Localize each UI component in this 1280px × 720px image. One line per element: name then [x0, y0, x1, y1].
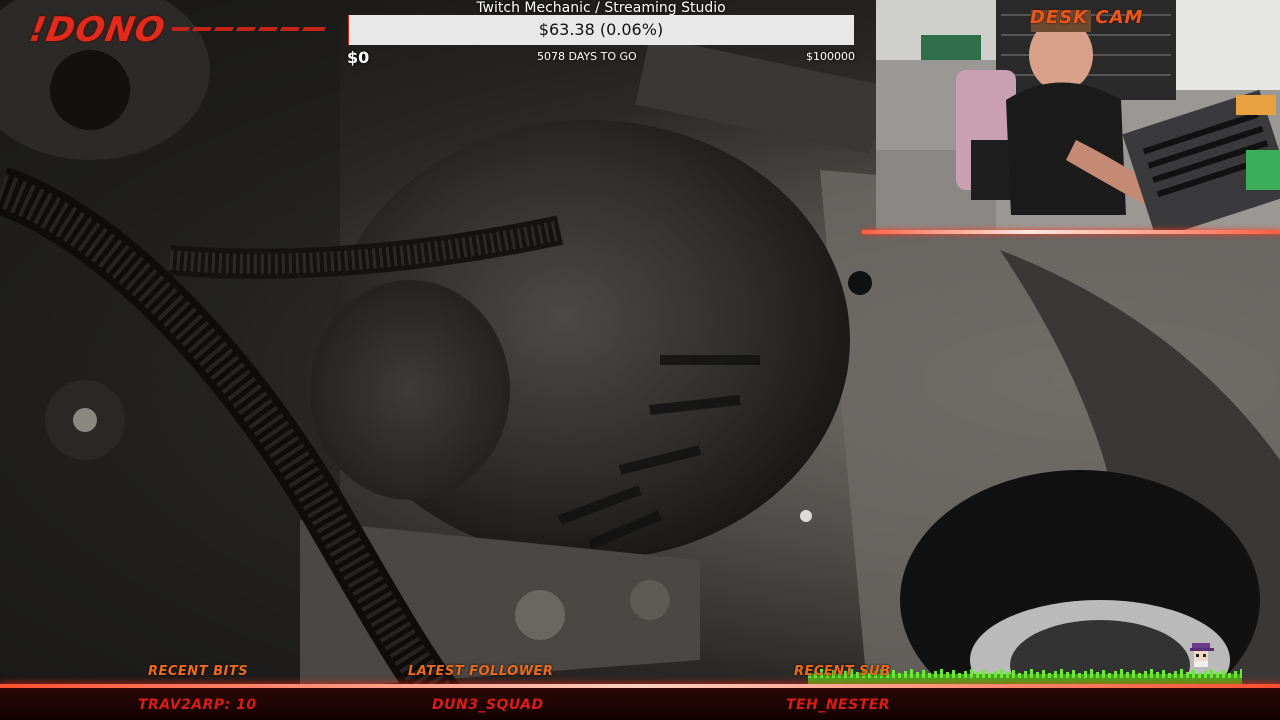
desk-cam-glow-border [862, 230, 1280, 234]
goal-title: Twitch Mechanic / Streaming Studio [476, 0, 726, 16]
pixel-character-icon [1190, 643, 1214, 667]
dono-brand: !DONO [26, 10, 169, 50]
recent-bits-label: RECENT BITS [148, 664, 249, 679]
goal-progress-text: $63.38 (0.06%) [538, 20, 664, 39]
latest-follower-value: DUN3_SQUAD [432, 697, 544, 713]
goal-days-left: 5078 DAYS TO GO [537, 50, 637, 63]
desk-cam-label: DESK CAM [1030, 7, 1144, 28]
recent-sub-value: TEH_NESTER [786, 697, 891, 713]
desk-cam-feed [876, 0, 1280, 230]
recent-bits-value: TRAV2ARP: 10 [138, 697, 257, 713]
goal-min-label: $0 [347, 48, 370, 67]
brand-dash-decoration [172, 27, 326, 31]
goal-progress-bar: $63.38 (0.06%) [348, 15, 854, 45]
recent-sub-label: RECENT SUB [794, 664, 891, 679]
goal-max-label: $100000 [806, 50, 855, 63]
latest-follower-label: LATEST FOLLOWER [408, 664, 554, 679]
desk-cam-scene-art [876, 0, 1280, 230]
